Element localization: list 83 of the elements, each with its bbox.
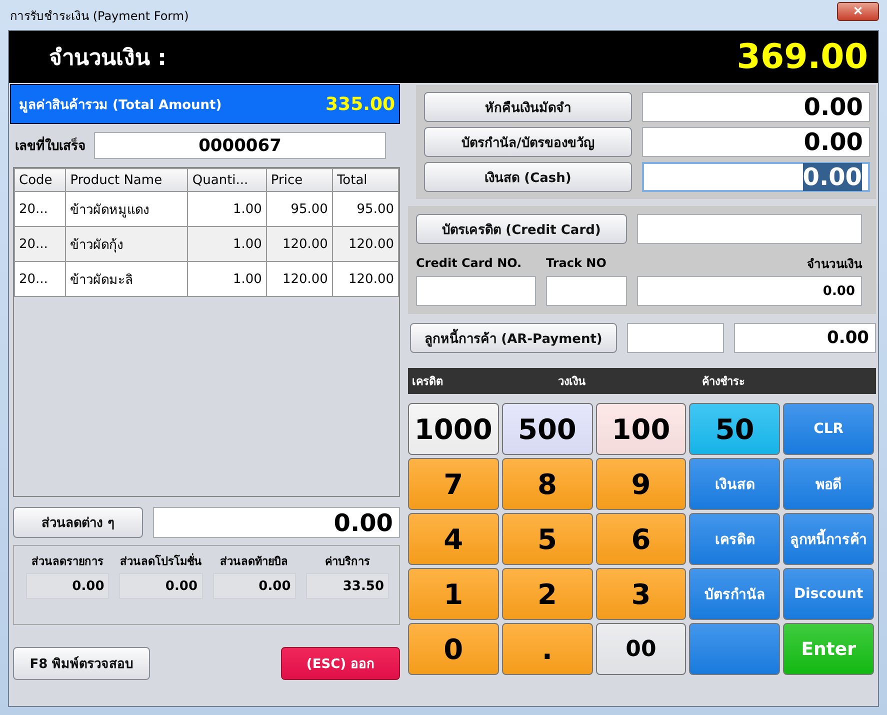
summary-value: 0.00 bbox=[119, 573, 202, 599]
discount-field[interactable]: 0.00 bbox=[153, 507, 400, 538]
keypad-key[interactable]: บัตรกำนัล bbox=[689, 568, 780, 620]
summary-value: 0.00 bbox=[212, 573, 296, 599]
summary-label: ส่วนลดโปรโมชั่น bbox=[119, 552, 202, 570]
payment-field[interactable]: 0.00 bbox=[642, 127, 870, 157]
column-header[interactable]: Total bbox=[332, 168, 398, 192]
keypad-key[interactable]: 3 bbox=[596, 568, 686, 620]
summary-label: ส่วนลดท้ายบิล bbox=[219, 554, 290, 570]
keypad-key[interactable]: 5 bbox=[502, 513, 593, 565]
table-cell: 95.00 bbox=[266, 192, 332, 226]
print-button[interactable]: F8 พิมพ์ตรวจสอบ bbox=[13, 647, 150, 680]
table-cell: ข้าวผัดกุ้ง bbox=[66, 226, 188, 262]
summary-value: 33.50 bbox=[306, 573, 389, 599]
table-cell: ข้าวผัดหมูแดง bbox=[66, 192, 188, 226]
payment-field[interactable]: 0.00 bbox=[642, 92, 870, 122]
keypad-key[interactable]: . bbox=[502, 623, 593, 675]
amount-label: จำนวนเงิน : bbox=[49, 44, 166, 72]
table-cell: 1.00 bbox=[188, 192, 266, 226]
keypad-key[interactable] bbox=[689, 623, 780, 675]
window-title: การรับชำระเงิน (Payment Form) bbox=[9, 8, 189, 24]
track-number-label: Track NO bbox=[546, 256, 608, 270]
keypad-key[interactable]: 6 bbox=[596, 513, 686, 565]
summary-label: ค่าบริการ bbox=[324, 554, 371, 570]
card-number-field[interactable] bbox=[416, 276, 536, 306]
column-header[interactable]: Price bbox=[266, 168, 332, 192]
payment-button[interactable]: บัตรกำนัล/บัตรของขวัญ bbox=[424, 127, 632, 157]
column-header[interactable]: Code bbox=[14, 168, 66, 192]
column-header[interactable]: Quanti... bbox=[188, 168, 266, 192]
keypad-key[interactable]: 4 bbox=[408, 513, 499, 565]
summary-value: 0.00 bbox=[26, 573, 110, 599]
table-cell: 1.00 bbox=[188, 262, 266, 296]
table-cell: 120.00 bbox=[332, 226, 398, 262]
track-number-field[interactable] bbox=[546, 276, 627, 306]
keypad-key[interactable]: เครดิต bbox=[689, 513, 780, 565]
keypad-key[interactable]: 100 bbox=[596, 403, 686, 455]
amount-value: 369.00 bbox=[736, 37, 868, 77]
credit-card-button[interactable]: บัตรเครดิต (Credit Card) bbox=[416, 214, 627, 244]
keypad-key[interactable]: 7 bbox=[408, 458, 499, 510]
keypad-key[interactable]: เงินสด bbox=[689, 458, 780, 510]
credit-info-label: เครดิต bbox=[412, 374, 444, 390]
payment-button[interactable]: เงินสด (Cash) bbox=[424, 162, 632, 192]
keypad-key[interactable]: พอดี bbox=[783, 458, 874, 510]
total-amount-label: มูลค่าสินค้ารวม (Total Amount) bbox=[19, 96, 222, 114]
table-cell: 120.00 bbox=[332, 262, 398, 296]
keypad-key[interactable]: 00 bbox=[596, 623, 686, 675]
keypad-key[interactable]: 1 bbox=[408, 568, 499, 620]
payment-button[interactable]: หักคืนเงินมัดจำ bbox=[424, 92, 632, 122]
table-cell: 1.00 bbox=[188, 226, 266, 262]
exit-button[interactable]: (ESC) ออก bbox=[281, 647, 400, 680]
card-number-label: Credit Card NO. bbox=[416, 256, 523, 270]
ar-payment-button[interactable]: ลูกหนี้การค้า (AR-Payment) bbox=[410, 323, 617, 353]
credit-amount-field[interactable]: 0.00 bbox=[637, 276, 862, 306]
column-header[interactable]: Product Name bbox=[66, 168, 188, 192]
table-cell: 20... bbox=[14, 192, 66, 226]
keypad-key[interactable]: ลูกหนี้การค้า bbox=[783, 513, 874, 565]
table-cell: 120.00 bbox=[266, 226, 332, 262]
keypad-key[interactable]: 50 bbox=[689, 403, 780, 455]
credit-amount-label: จำนวนเงิน bbox=[807, 256, 862, 272]
payment-field[interactable]: 0.00 bbox=[642, 162, 870, 192]
table-cell: 95.00 bbox=[332, 192, 398, 226]
keypad-key[interactable]: 1000 bbox=[408, 403, 499, 455]
keypad-key[interactable]: 9 bbox=[596, 458, 686, 510]
credit-info-label: วงเงิน bbox=[558, 374, 587, 390]
ar-account-field[interactable] bbox=[627, 323, 724, 353]
receipt-field[interactable]: 0000067 bbox=[94, 132, 386, 159]
discount-button[interactable]: ส่วนลดต่าง ๆ bbox=[13, 507, 143, 538]
table-cell: ข้าวผัดมะลิ bbox=[66, 262, 188, 296]
keypad-key[interactable]: Discount bbox=[783, 568, 874, 620]
table-cell: 20... bbox=[14, 226, 66, 262]
keypad-key[interactable]: 500 bbox=[502, 403, 593, 455]
keypad-key[interactable]: 0 bbox=[408, 623, 499, 675]
ar-amount-field[interactable]: 0.00 bbox=[734, 323, 876, 353]
total-amount-value: 335.00 bbox=[326, 94, 395, 114]
receipt-label: เลขที่ใบเสร็จ bbox=[15, 135, 86, 156]
credit-card-field[interactable] bbox=[637, 214, 862, 244]
keypad-key[interactable]: 8 bbox=[502, 458, 593, 510]
credit-info-label: ค้างชำระ bbox=[702, 374, 746, 390]
keypad-key[interactable]: CLR bbox=[783, 403, 874, 455]
keypad-key[interactable]: 2 bbox=[502, 568, 593, 620]
summary-label: ส่วนลดรายการ bbox=[30, 554, 105, 570]
table-cell: 20... bbox=[14, 262, 66, 296]
table-cell: 120.00 bbox=[266, 262, 332, 296]
